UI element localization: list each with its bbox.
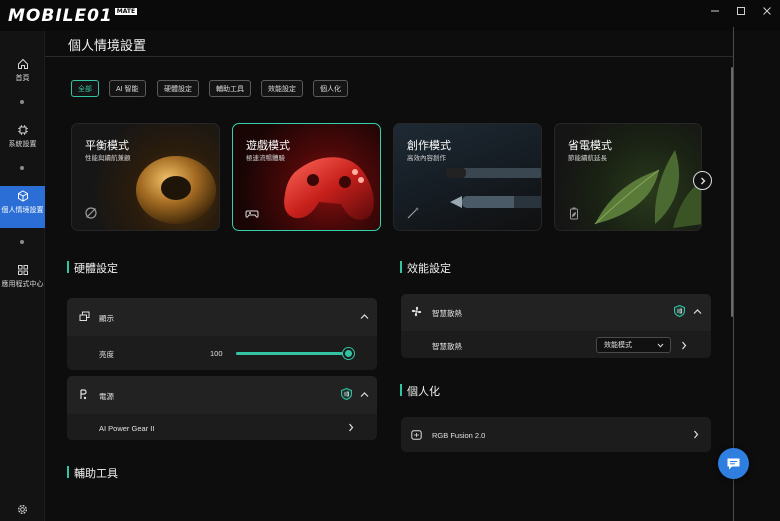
sidebar-item-label: 系統設置	[8, 141, 37, 148]
mode-card-subtitle: 性能與續航兼顧	[85, 155, 131, 162]
chevron-right-icon	[700, 177, 705, 184]
brightness-value: 100	[210, 349, 223, 358]
filter-chip-performance[interactable]: 效能設定	[261, 80, 303, 97]
sidebar-item-home[interactable]: 首頁	[0, 58, 45, 88]
display-label: 顯示	[99, 314, 114, 323]
rgb-fusion-label: RGB Fusion 2.0	[432, 431, 486, 440]
chevron-up-icon[interactable]	[693, 308, 702, 315]
power-label: 電源	[99, 392, 114, 401]
gamepad-icon	[245, 210, 259, 218]
apps-grid-icon	[17, 265, 28, 275]
rgb-icon	[411, 430, 422, 440]
app-logo: MOBILE01 MATE	[8, 4, 138, 28]
cooling-mode-value: 效能模式	[604, 342, 632, 349]
chevron-right-icon[interactable]	[348, 423, 354, 432]
filter-chip-ai[interactable]: AI 智能	[109, 80, 146, 97]
power-gear-item[interactable]: AI Power Gear II	[99, 424, 154, 433]
sidebar-item-label: 首頁	[15, 75, 30, 82]
ai-shield-icon	[674, 305, 685, 317]
close-icon	[763, 7, 771, 15]
sidebar-item-system[interactable]: 系統設置	[0, 124, 45, 154]
display-icon	[79, 311, 90, 321]
mode-card-subtitle: 極速流暢體驗	[246, 155, 285, 162]
chip-icon	[17, 125, 28, 135]
section-title-performance: 效能設定	[400, 260, 451, 276]
nav-separator-dot	[20, 166, 24, 170]
brightness-slider-fill	[236, 352, 349, 355]
chevron-right-icon[interactable]	[693, 430, 699, 439]
logo-text: MOBILE01	[8, 6, 113, 26]
home-icon	[17, 58, 28, 69]
chevron-right-icon[interactable]	[681, 341, 687, 350]
chat-button[interactable]	[718, 448, 749, 479]
brightness-slider-knob[interactable]	[343, 348, 354, 359]
mode-card-title: 省電模式	[568, 140, 612, 152]
content-border	[733, 27, 734, 521]
logo-badge: MATE	[114, 7, 138, 15]
nav-separator-dot	[20, 100, 24, 104]
sidebar-item-app-center[interactable]: 應用程式中心	[0, 264, 45, 300]
title-bar: MOBILE01 MATE	[0, 0, 780, 31]
mode-card-gaming[interactable]: 遊戲模式 極速流暢體驗	[232, 123, 381, 231]
sidebar-item-scenario[interactable]: 個人情境設置	[0, 186, 45, 228]
mode-card-title: 創作模式	[407, 140, 451, 152]
header-divider	[45, 56, 733, 57]
cooling-label: 智慧散熱	[432, 309, 462, 318]
chat-bubble-icon	[727, 458, 740, 469]
cube-icon	[17, 190, 28, 202]
settings-button[interactable]	[17, 502, 28, 520]
brightness-label: 亮度	[99, 350, 114, 359]
nav-separator-dot	[20, 240, 24, 244]
mode-card-power-saving[interactable]: 省電模式 節能續航延長	[554, 123, 702, 231]
cards-next-button[interactable]	[693, 171, 712, 190]
cooling-mode-select[interactable]: 效能模式	[596, 337, 671, 353]
chevron-down-icon	[657, 343, 664, 348]
sidebar-item-label: 個人情境設置	[1, 207, 44, 214]
power-plug-icon	[80, 389, 87, 400]
mode-card-title: 遊戲模式	[246, 140, 290, 152]
gear-icon	[18, 505, 27, 514]
scrollbar-thumb[interactable]	[731, 67, 733, 317]
filter-chip-personalization[interactable]: 個人化	[313, 80, 348, 97]
section-title-hardware: 硬體設定	[67, 260, 118, 276]
chevron-up-icon[interactable]	[360, 391, 369, 398]
balance-icon	[85, 207, 97, 219]
chevron-up-icon[interactable]	[360, 313, 369, 320]
mode-card-subtitle: 高效內容創作	[407, 155, 446, 162]
filter-chip-all[interactable]: 全部	[71, 80, 99, 97]
ai-shield-icon	[341, 388, 352, 400]
cooling-row-label: 智慧散熱	[432, 342, 462, 351]
filter-chip-accessibility[interactable]: 輔助工具	[209, 80, 251, 97]
section-title-accessibility: 輔助工具	[67, 465, 118, 481]
mode-card-subtitle: 節能續航延長	[568, 155, 607, 162]
mode-card-balance[interactable]: 平衡模式 性能與續航兼顧	[71, 123, 220, 231]
wand-icon	[407, 207, 419, 219]
fan-icon	[411, 306, 422, 317]
brightness-slider[interactable]	[236, 352, 349, 355]
mode-card-title: 平衡模式	[85, 140, 129, 152]
filter-chip-hardware[interactable]: 硬體設定	[157, 80, 199, 97]
minimize-icon	[711, 10, 719, 12]
sidebar-item-label: 應用程式中心	[1, 281, 44, 288]
battery-leaf-icon	[570, 207, 578, 220]
page-title: 個人情境設置	[68, 38, 147, 53]
mode-card-creator[interactable]: 創作模式 高效內容創作	[393, 123, 542, 231]
section-title-personalization: 個人化	[400, 383, 440, 399]
close-button[interactable]	[752, 0, 780, 22]
maximize-icon	[737, 7, 745, 15]
